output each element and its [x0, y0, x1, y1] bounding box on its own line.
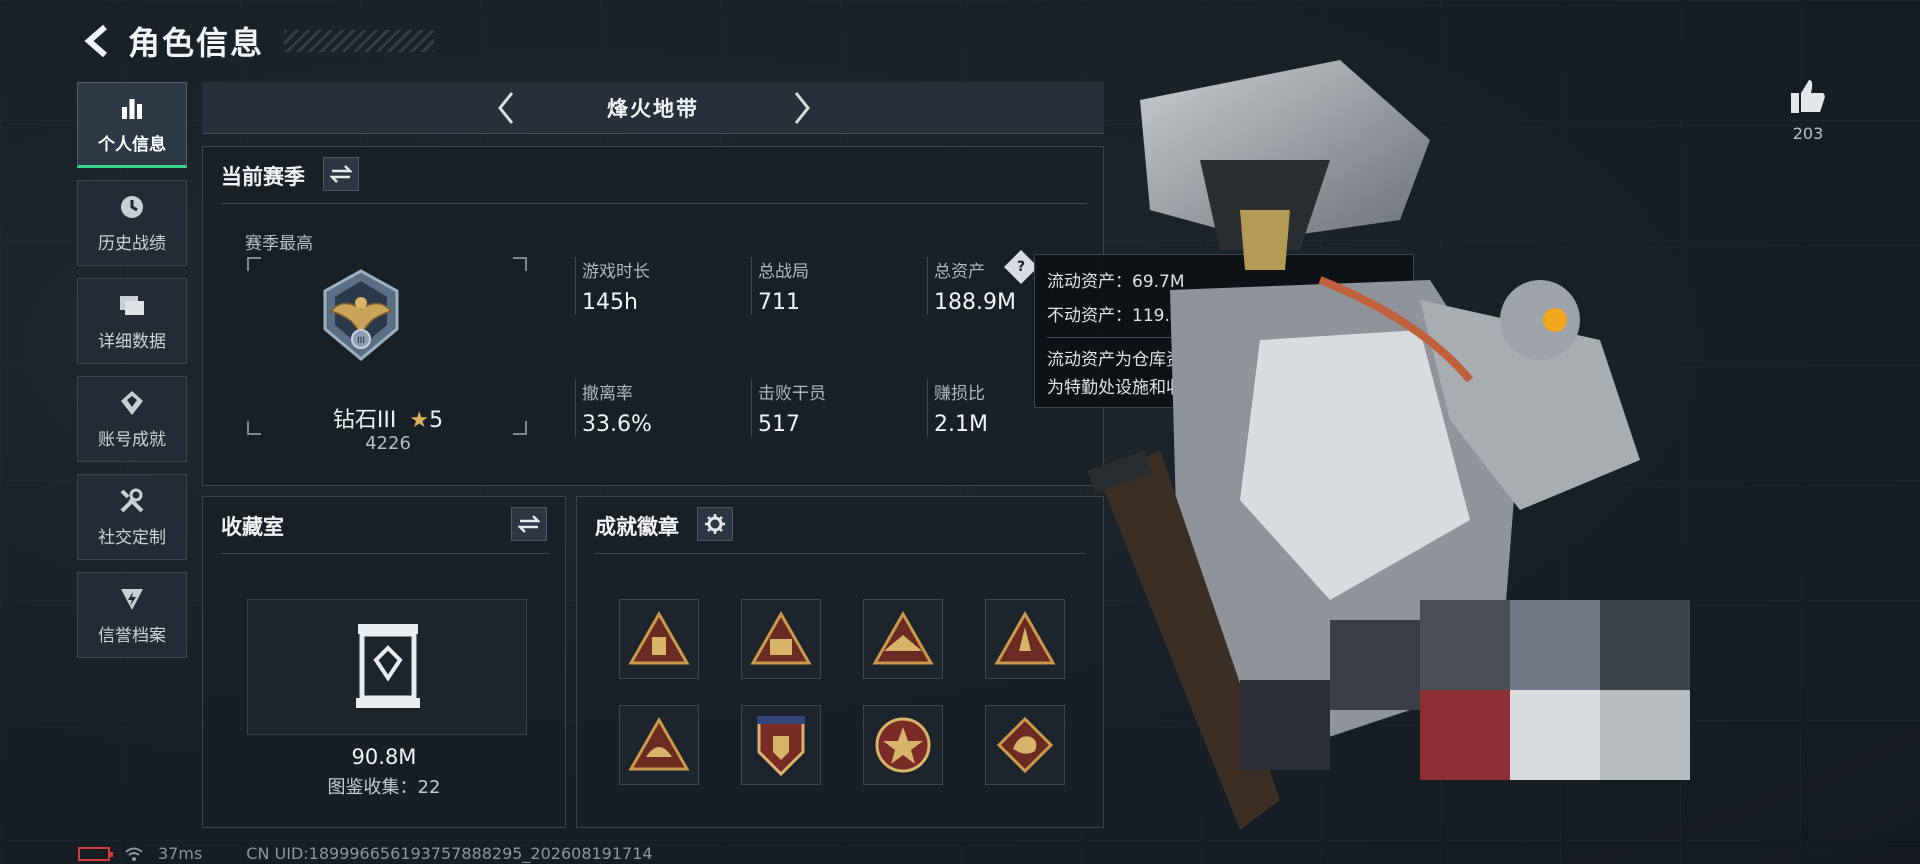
swap-icon	[330, 165, 352, 183]
clock-icon	[118, 193, 146, 221]
sidebar-item-reputation[interactable]: 信誉档案	[77, 572, 187, 658]
triangle-badge-icon	[750, 611, 812, 665]
sidebar-item-personal-info[interactable]: 个人信息	[77, 82, 187, 168]
season-panel: 当前赛季 赛季最高 III 钻石III ★5 4226 游戏时长 145h 总战…	[202, 146, 1104, 486]
stat-value: 2.1M	[934, 412, 988, 437]
stat-value: 33.6%	[582, 412, 652, 437]
badges-settings-button[interactable]	[697, 507, 733, 541]
battery-icon	[78, 846, 113, 861]
star-badge-icon	[875, 717, 931, 773]
collection-panel: 收藏室 90.8M 图鉴收集：22	[202, 496, 566, 828]
rank-stars: 5	[429, 408, 444, 433]
sidebar-item-label: 信誉档案	[98, 625, 166, 646]
sidebar: 个人信息 历史战绩 详细数据 账号成就 社交定制 信誉档案	[77, 82, 187, 658]
player-uid: CN UID:1899966561937578882​95_2026081917…	[246, 844, 653, 863]
character-model[interactable]	[1000, 40, 1900, 864]
shield-bolt-icon	[118, 585, 146, 613]
divider	[221, 553, 549, 554]
season-switch-button[interactable]	[323, 157, 359, 191]
thumbs-up-icon	[1791, 80, 1825, 113]
triangle-badge-icon	[872, 611, 934, 665]
triangle-badge-icon	[628, 717, 690, 771]
map-prev-button[interactable]	[488, 90, 524, 126]
svg-text:III: III	[357, 336, 365, 346]
trophy-icon	[118, 389, 146, 417]
sidebar-item-achievements[interactable]: 账号成就	[77, 376, 187, 462]
star-icon: ★	[409, 408, 430, 433]
sidebar-item-history[interactable]: 历史战绩	[77, 180, 187, 266]
badge-item[interactable]	[741, 599, 821, 679]
header: 角色信息	[78, 18, 435, 64]
rank-name-row: 钻石III ★5	[203, 402, 573, 434]
wifi-icon	[125, 847, 143, 861]
stat-value: 145h	[582, 290, 638, 315]
page-title: 角色信息	[128, 24, 265, 62]
chevron-left-icon	[498, 92, 514, 124]
sidebar-item-social[interactable]: 社交定制	[77, 474, 187, 560]
divider	[221, 203, 1087, 204]
stat-total-matches: 总战局 711	[751, 257, 809, 315]
collection-value: 90.8M	[351, 745, 417, 769]
triangle-badge-icon	[628, 611, 690, 665]
rank-name: 钻石III	[332, 408, 397, 433]
stat-profit-ratio: 赚损比 2.1M	[927, 379, 988, 437]
badge-item[interactable]	[619, 705, 699, 785]
collection-showcase[interactable]	[247, 599, 527, 735]
swap-icon	[518, 515, 540, 533]
sidebar-item-label: 社交定制	[98, 527, 166, 548]
season-title: 当前赛季	[221, 165, 305, 189]
sidebar-item-label: 详细数据	[98, 331, 166, 352]
sidebar-item-label: 个人信息	[98, 134, 166, 155]
badge-item[interactable]	[619, 599, 699, 679]
stat-label: 赚损比	[934, 384, 985, 404]
chevron-right-icon	[794, 92, 810, 124]
collection-switch-button[interactable]	[511, 507, 547, 541]
collection-count: 图鉴收集：22	[327, 777, 441, 798]
like-count: 203	[1792, 124, 1824, 143]
sidebar-item-detailed-data[interactable]: 详细数据	[77, 278, 187, 364]
collection-title: 收藏室	[221, 515, 284, 539]
stat-play-time: 游戏时长 145h	[575, 257, 650, 315]
rank-emblem-icon: III	[313, 267, 409, 363]
stat-kills: 击败干员 517	[751, 379, 826, 437]
like-button[interactable]: 203	[1784, 76, 1832, 143]
stat-label: 撤离率	[582, 384, 633, 404]
map-name: 烽火地带	[607, 96, 699, 121]
folder-icon	[118, 291, 146, 319]
map-next-button[interactable]	[784, 90, 820, 126]
stat-extraction-rate: 撤离率 33.6%	[575, 379, 652, 437]
map-selector: 烽火地带	[202, 82, 1104, 134]
title-decoration	[284, 30, 435, 52]
badge-item[interactable]	[863, 599, 943, 679]
badge-item[interactable]	[741, 705, 821, 785]
wrench-icon	[118, 487, 146, 515]
display-case-icon	[356, 624, 420, 708]
sidebar-item-label: 历史战绩	[98, 233, 166, 254]
ping-value: 37ms	[158, 844, 203, 863]
status-bar: 37ms CN UID:1899966561937578882​95_20260…	[78, 844, 653, 863]
gear-icon	[705, 514, 725, 534]
bar-chart-icon	[118, 94, 146, 122]
stat-value: 711	[758, 290, 800, 315]
stat-label: 游戏时长	[582, 262, 650, 282]
back-button[interactable]	[78, 23, 114, 59]
stat-label: 总战局	[758, 262, 809, 282]
badges-title: 成就徽章	[595, 515, 679, 539]
back-arrow-icon	[84, 24, 107, 58]
shield-badge-icon	[757, 716, 805, 777]
sidebar-item-label: 账号成就	[98, 429, 166, 450]
stat-value: 517	[758, 412, 800, 437]
badge-item[interactable]	[863, 705, 943, 785]
rank-score: 4226	[365, 433, 411, 454]
stat-label: 击败干员	[758, 384, 826, 404]
season-subtitle: 赛季最高	[245, 234, 313, 254]
